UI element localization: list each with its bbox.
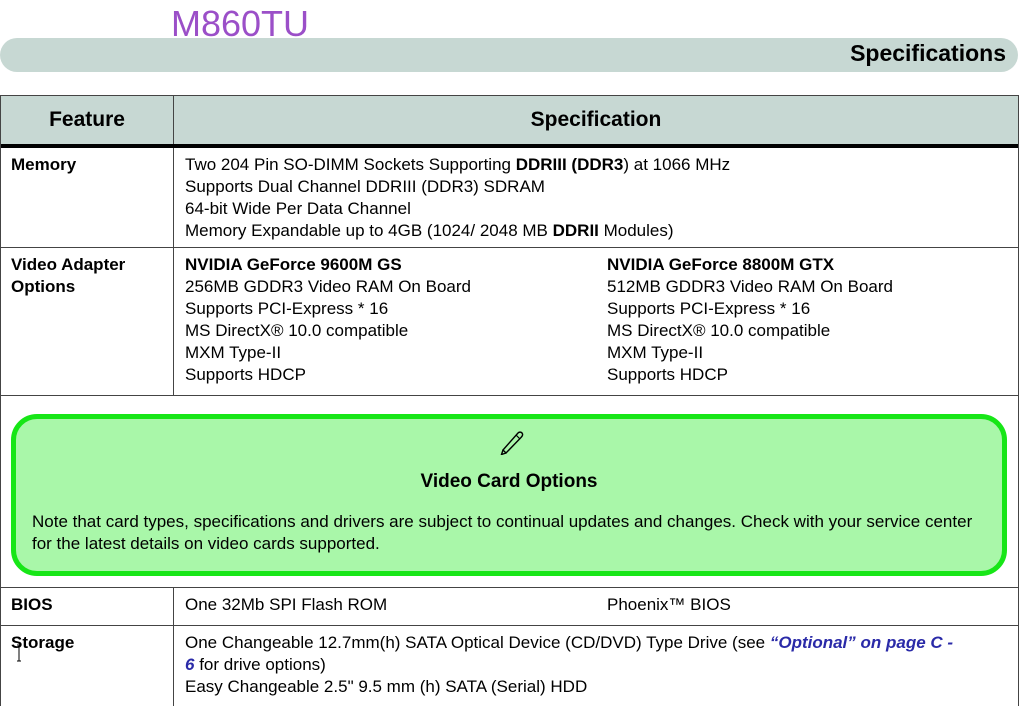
gpu-option-8800m: NVIDIA GeForce 8800M GTX 512MB GDDR3 Vid…	[607, 254, 1018, 395]
spec-bold-text: DDRIII (DDR3	[515, 155, 624, 174]
feature-cell: Video Adapter Options	[1, 248, 174, 395]
spec-text: One Changeable 12.7mm(h) SATA Optical De…	[185, 633, 770, 652]
spec-line: MS DirectX® 10.0 compatible	[185, 321, 409, 340]
spec-line: Supports PCI-Express * 16	[607, 299, 811, 318]
spec-line: Supports HDCP	[185, 365, 306, 384]
spec-line: Phoenix™ BIOS	[607, 595, 731, 614]
specifications-table: Feature Specification Memory Two 204 Pin…	[0, 95, 1019, 706]
spec-line: 64-bit Wide Per Data Channel	[185, 199, 411, 218]
table-row-bios: BIOS One 32Mb SPI Flash ROM Phoenix™ BIO…	[1, 588, 1018, 626]
spec-line: 6 for drive options)	[185, 654, 1018, 676]
spec-line: MS DirectX® 10.0 compatible	[607, 321, 831, 340]
feature-cell: BIOS	[1, 588, 174, 625]
text-cursor-icon	[17, 644, 21, 662]
video-card-note: Video Card Options Note that card types,…	[11, 414, 1007, 576]
specification-column-header: Specification	[530, 108, 662, 131]
spec-cell: NVIDIA GeForce 9600M GS 256MB GDDR3 Vide…	[174, 248, 1018, 395]
table-header: Feature Specification	[1, 95, 1018, 148]
gpu-title: NVIDIA GeForce 8800M GTX	[607, 255, 835, 274]
spec-text: Two 204 Pin SO-DIMM Sockets Supporting	[185, 155, 516, 174]
spec-line: Supports PCI-Express * 16	[185, 299, 389, 318]
spec-cell: One Changeable 12.7mm(h) SATA Optical De…	[174, 626, 1018, 706]
spec-line: Supports Dual Channel DDRIII (DDR3) SDRA…	[185, 177, 545, 196]
spec-line: MXM Type-II	[185, 343, 282, 362]
spec-line: Two 204 Pin SO-DIMM Sockets Supporting D…	[185, 154, 1018, 176]
feature-column-header: Feature	[1, 96, 174, 144]
note-text: Note that card types, specifications and…	[32, 512, 973, 553]
spec-line: 256MB GDDR3 Video RAM On Board	[185, 277, 471, 296]
spec-text: Memory Expandable up to 4GB (1024/ 2048 …	[185, 221, 553, 240]
spec-text: for drive options)	[194, 655, 326, 674]
section-title: Specifications	[850, 40, 1006, 66]
page-reference-link[interactable]: “Optional” on page C -	[770, 633, 953, 652]
spec-line: MXM Type-II	[607, 343, 704, 362]
feature-line: Video Adapter	[11, 255, 126, 274]
spec-line: One Changeable 12.7mm(h) SATA Optical De…	[185, 632, 1018, 654]
spec-text: ) at 1066 MHz	[623, 155, 731, 174]
table-row-memory: Memory Two 204 Pin SO-DIMM Sockets Suppo…	[1, 148, 1018, 248]
spec-cell: Two 204 Pin SO-DIMM Sockets Supporting D…	[174, 148, 1018, 247]
feature-cell: Storage	[1, 626, 174, 706]
spec-cell: One 32Mb SPI Flash ROM Phoenix™ BIOS	[174, 588, 1018, 625]
gpu-option-9600m: NVIDIA GeForce 9600M GS 256MB GDDR3 Vide…	[185, 254, 607, 395]
gpu-title: NVIDIA GeForce 9600M GS	[185, 255, 402, 274]
spec-text: Modules)	[598, 221, 674, 240]
pen-icon	[500, 431, 524, 455]
spec-line: Easy Changeable 2.5" 9.5 mm (h) SATA (Se…	[185, 677, 588, 696]
note-title: Video Card Options	[420, 471, 598, 492]
spec-bold-text: DDRII	[552, 221, 599, 240]
table-row-video-adapter: Video Adapter Options NVIDIA GeForce 960…	[1, 248, 1018, 396]
spec-line: Memory Expandable up to 4GB (1024/ 2048 …	[185, 220, 1018, 242]
table-row-note: Video Card Options Note that card types,…	[1, 396, 1018, 588]
spec-line: One 32Mb SPI Flash ROM	[185, 595, 388, 614]
feature-cell: Memory	[1, 148, 174, 247]
feature-line: Options	[11, 277, 76, 296]
table-row-storage: Storage One Changeable 12.7mm(h) SATA Op…	[1, 626, 1018, 706]
spec-line: Supports HDCP	[607, 365, 728, 384]
spec-line: 512MB GDDR3 Video RAM On Board	[607, 277, 893, 296]
